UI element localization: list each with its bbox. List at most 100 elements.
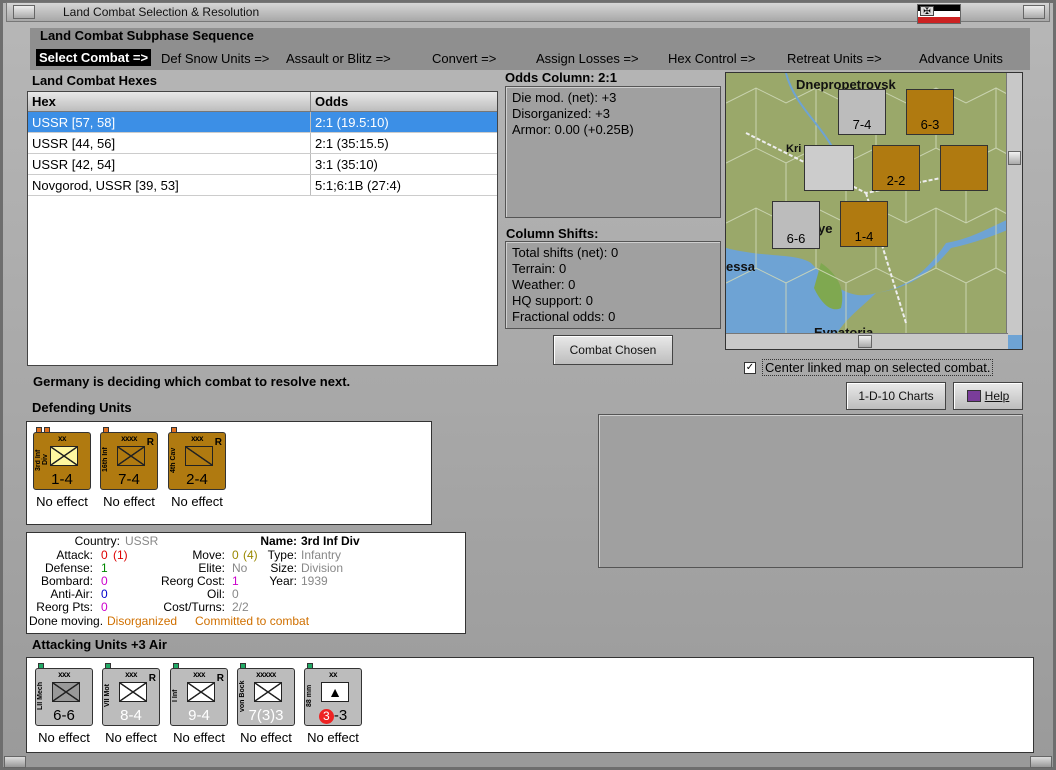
unit-effect: No effect [240, 730, 292, 745]
unit-effect: No effect [36, 494, 88, 509]
unit-effect: No effect [171, 494, 223, 509]
reserve-marker: R [148, 673, 156, 684]
unit-counter: xxx R I Inf 9-4 [170, 663, 228, 726]
unit-effect: No effect [307, 730, 359, 745]
help-label: Help [984, 389, 1010, 403]
shift-line: Fractional odds: 0 [512, 309, 616, 324]
subphase-step-retreat: Retreat Units => [787, 51, 882, 66]
table-row[interactable]: USSR [44, 56] 2:1 (35:15.5) [28, 133, 497, 154]
unit-size: xx [58, 434, 66, 443]
shift-line: Terrain: 0 [512, 261, 567, 276]
status-line: Done moving. [29, 614, 104, 628]
help-button[interactable]: Help [953, 382, 1023, 410]
attack-mod: (1) [113, 548, 128, 562]
attacking-heading: Attacking Units +3 Air [32, 637, 167, 652]
shifts-panel: Total shifts (net): 0 Terrain: 0 Weather… [505, 241, 721, 329]
table-header: Hex Odds [28, 92, 497, 112]
column-header-odds[interactable]: Odds [311, 92, 497, 111]
unit-effect: No effect [105, 730, 157, 745]
unit-size: xxxxx [256, 670, 276, 679]
subphase-step-def-snow: Def Snow Units => [161, 51, 270, 66]
help-book-icon [966, 390, 981, 402]
map-unit-counter[interactable]: 6-6 [772, 201, 820, 249]
window-title: Land Combat Selection & Resolution [63, 5, 260, 19]
attacking-unit[interactable]: xxx R I Inf 9-4 No effect [168, 663, 230, 745]
map-unit-counter[interactable]: 1-4 [840, 201, 888, 247]
hex-cell: Novgorod, USSR [39, 53] [28, 175, 311, 195]
infantry-icon [117, 446, 145, 466]
map-label-krivoi-rog: Kri [786, 143, 802, 155]
map-label-odessa: essa [726, 259, 755, 274]
column-header-hex[interactable]: Hex [28, 92, 311, 111]
attacking-unit[interactable]: xxx R VII Mot 8-4 No effect [100, 663, 162, 745]
defending-units-list: xx 3rd Inf Div 1-4 No effect xxxx R 16th… [26, 421, 432, 525]
shift-line: HQ support: 0 [512, 293, 593, 308]
odds-heading: Odds Column: 2:1 [505, 70, 617, 85]
reserve-marker: R [146, 437, 154, 448]
combat-results-panel [598, 414, 1023, 568]
attacking-units-list: xxx LII Mech 6-6 No effect xxx R VII Mot… [26, 657, 1034, 753]
subphase-step-assign-losses: Assign Losses => [536, 51, 639, 66]
odds-cell: 2:1 (19.5:10) [315, 114, 389, 130]
reorg-pts-label: Reorg Pts: [36, 600, 93, 614]
window-close-button[interactable] [1023, 5, 1045, 19]
table-row[interactable]: Novgorod, USSR [39, 53] 5:1;6:1B (27:4) [28, 175, 497, 196]
unit-stat: 7(3)3 [248, 707, 284, 724]
unit-stat: 1-4 [51, 471, 73, 488]
map-vertical-scrollbar[interactable] [1006, 73, 1022, 335]
unit-counter: xx 88 mm ▲ 3 -3 [304, 663, 362, 726]
table-row[interactable]: USSR [57, 58] 2:1 (19.5:10) [28, 112, 497, 133]
window-menu-button[interactable] [13, 5, 35, 19]
hex-cell: USSR [44, 56] [28, 133, 311, 153]
infantry-icon [50, 446, 78, 466]
odds-cell: 5:1;6:1B (27:4) [315, 177, 401, 193]
hq-icon [254, 682, 282, 702]
center-linked-map-checkbox[interactable]: ✓ [744, 361, 756, 374]
subphase-sequence: Land Combat Subphase Sequence Select Com… [30, 28, 1030, 70]
resize-corner-right[interactable] [1030, 756, 1052, 768]
attacking-unit[interactable]: xxx LII Mech 6-6 No effect [33, 663, 95, 745]
reserve-marker: R [214, 437, 222, 448]
unit-stat: 2-4 [186, 471, 208, 488]
odds-line: Die mod. (net): +3 [512, 90, 617, 105]
hex-cell: USSR [57, 58] [28, 112, 311, 132]
attacking-unit[interactable]: xx 88 mm ▲ 3 -3 No effect [302, 663, 364, 745]
defending-unit[interactable]: xx 3rd Inf Div 1-4 No effect [31, 427, 93, 509]
attacking-unit[interactable]: xxxxx von Bock 7(3)3 No effect [235, 663, 297, 745]
odds-cell: 2:1 (35:15.5) [315, 135, 389, 151]
charts-button[interactable]: 1-D-10 Charts [846, 382, 946, 410]
table-row[interactable]: USSR [42, 54] 3:1 (35:10) [28, 154, 497, 175]
linked-map[interactable]: Dnepropetrovsk Kri ye essa Evpatoria 7-4… [725, 72, 1023, 350]
title-bar: Land Combat Selection & Resolution ✠ [6, 2, 1050, 24]
map-air-unit-counter[interactable] [940, 145, 988, 191]
year-value: 1939 [301, 574, 328, 588]
hexes-table: Hex Odds USSR [57, 58] 2:1 (19.5:10) USS… [27, 91, 498, 366]
defending-unit[interactable]: xxxx R 16th Inf 7-4 No effect [98, 427, 160, 509]
defending-heading: Defending Units [32, 400, 132, 415]
map-unit-counter[interactable]: 6-3 [906, 89, 954, 135]
german-flag-icon: ✠ [917, 4, 961, 24]
unit-stat: 8-4 [120, 707, 142, 724]
map-unit-counter[interactable]: 2-2 [872, 145, 920, 191]
subphase-step-assault-blitz: Assault or Blitz => [286, 51, 391, 66]
shift-line: Weather: 0 [512, 277, 576, 292]
shifts-heading: Column Shifts: [506, 226, 599, 241]
map-horizontal-scrollbar[interactable] [726, 333, 1008, 349]
combat-chosen-button[interactable]: Combat Chosen [553, 335, 673, 365]
map-air-unit-counter[interactable] [804, 145, 854, 191]
unit-stat: 3 -3 [305, 707, 361, 724]
unit-effect: No effect [38, 730, 90, 745]
motorized-icon [119, 682, 147, 702]
odds-cell: 3:1 (35:10) [315, 156, 378, 172]
odds-line: Disorganized: +3 [512, 106, 610, 121]
unit-counter: xx 3rd Inf Div 1-4 [33, 427, 91, 490]
unit-effect: No effect [173, 730, 225, 745]
map-unit-counter[interactable]: 7-4 [838, 89, 886, 135]
cost-turns-label: Cost/Turns: [163, 600, 225, 614]
name-value: 3rd Inf Div [301, 534, 360, 548]
center-linked-map-label: Center linked map on selected combat. [762, 359, 994, 376]
defending-unit[interactable]: xxx R 4th Cav 2-4 No effect [166, 427, 228, 509]
reorg-pts-value: 0 [101, 600, 108, 614]
map-label-nikolaev: ye [818, 221, 833, 236]
center-linked-map-toggle[interactable]: ✓ Center linked map on selected combat. [744, 359, 994, 376]
